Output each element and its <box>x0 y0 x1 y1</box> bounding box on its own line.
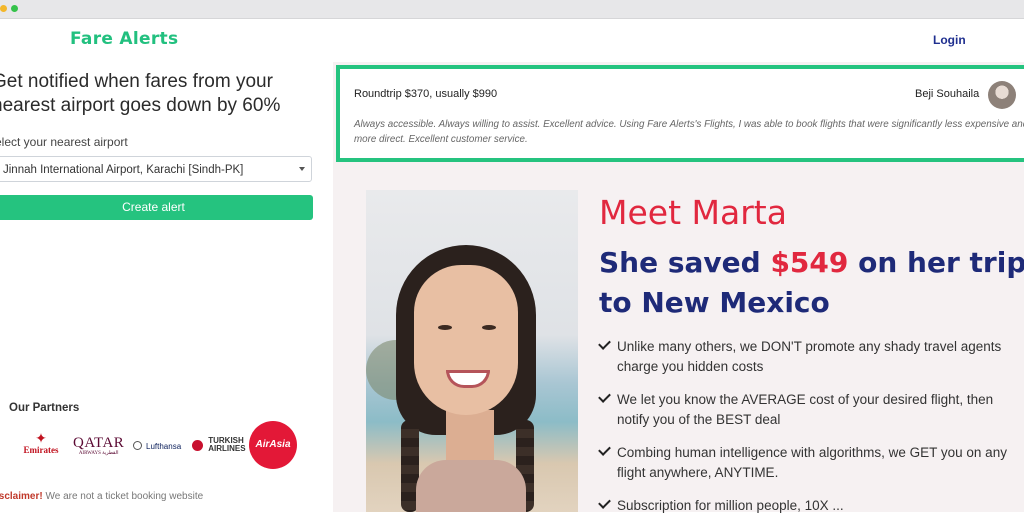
list-item: Combing human intelligence with algorith… <box>598 443 1024 483</box>
check-icon <box>598 337 611 350</box>
check-icon <box>598 443 611 456</box>
turkish-airlines-logo: TURKISH AIRLINES <box>192 437 246 453</box>
check-icon <box>598 390 611 403</box>
qatar-logo-subtext: AIRWAYS القطرية <box>78 451 119 456</box>
login-link[interactable]: Login <box>933 33 966 47</box>
qatar-logo-text: QATAR <box>73 435 125 451</box>
testimonial-card: Roundtrip $370, usually $990 Beji Souhai… <box>336 65 1024 162</box>
airport-select-label: elect your nearest airport <box>0 135 128 149</box>
minimize-dot-icon[interactable] <box>0 5 7 12</box>
signup-headline: Get notified when fares from your neares… <box>0 71 281 116</box>
list-item: Subscription for million people, 10X ... <box>598 496 1024 516</box>
partners-logos: ✦ Emirates QATAR AIRWAYS القطرية Lufthan… <box>0 417 333 469</box>
qatar-airways-logo: QATAR AIRWAYS القطرية <box>73 435 124 456</box>
browser-chrome <box>0 0 1024 19</box>
lufthansa-crane-icon <box>133 441 142 450</box>
emirates-logo: ✦ Emirates <box>20 431 62 455</box>
benefit-text: Unlike many others, we DON'T promote any… <box>617 339 1002 374</box>
airport-select-value: Jinnah International Airport, Karachi [S… <box>3 164 244 176</box>
lufthansa-logo: Lufthansa <box>133 441 181 451</box>
alert-signup-panel: Get notified when fares from your neares… <box>0 62 333 512</box>
disclaimer-text: We are not a ticket booking website <box>42 491 204 502</box>
customer-photo <box>366 190 578 512</box>
story-savings-headline: She saved $549 on her trip to New Mexico <box>599 243 1024 323</box>
top-nav: Fare Alerts Login <box>0 19 1024 63</box>
photo-shirt <box>416 460 526 512</box>
benefit-text: Combing human intelligence with algorith… <box>617 445 1007 480</box>
benefits-list: Unlike many others, we DON'T promote any… <box>598 337 1024 529</box>
testimonial-quote: Always accessible. Always willing to ass… <box>354 119 1024 145</box>
lufthansa-logo-text: Lufthansa <box>146 442 182 451</box>
photo-eye-right <box>482 325 496 330</box>
savings-prefix: She saved <box>599 246 771 279</box>
check-icon <box>598 496 611 509</box>
disclaimer: isclaimer! We are not a ticket booking w… <box>0 491 203 502</box>
partners-title: Our Partners <box>9 402 80 414</box>
story-title: Meet Marta <box>599 193 787 232</box>
maximize-dot-icon[interactable] <box>11 5 18 12</box>
testimonial-price: Roundtrip $370, usually $990 <box>354 88 498 100</box>
savings-amount: $549 <box>770 246 849 279</box>
avatar <box>988 81 1016 109</box>
turkish-airlines-emblem-icon <box>192 439 203 451</box>
create-alert-button[interactable]: Create alert <box>0 195 313 220</box>
story-panel: Roundtrip $370, usually $990 Beji Souhai… <box>333 62 1024 513</box>
emirates-logo-text: Emirates <box>23 445 59 455</box>
list-item: We let you know the AVERAGE cost of your… <box>598 390 1024 430</box>
chevron-down-icon <box>299 167 305 171</box>
benefit-text: Subscription for million people, 10X ... <box>617 498 844 513</box>
list-item: Unlike many others, we DON'T promote any… <box>598 337 1024 377</box>
emirates-emblem-icon: ✦ <box>35 430 47 446</box>
airport-select[interactable]: Jinnah International Airport, Karachi [S… <box>0 156 312 182</box>
testimonial-author: Beji Souhaila <box>915 88 980 100</box>
logo[interactable]: Fare Alerts <box>70 29 178 49</box>
benefit-text: We let you know the AVERAGE cost of your… <box>617 392 994 427</box>
photo-face <box>414 265 518 415</box>
turkish-logo-text-2: AIRLINES <box>208 444 246 453</box>
disclaimer-label: isclaimer! <box>0 491 43 502</box>
photo-eye-left <box>438 325 452 330</box>
airasia-logo: AirAsia <box>249 421 297 469</box>
